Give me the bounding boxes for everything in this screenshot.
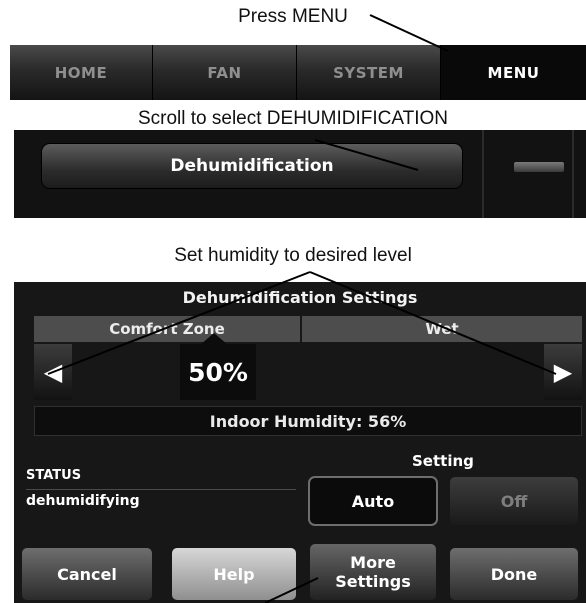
- done-button-label: Done: [490, 564, 538, 584]
- tab-fan-label: FAN: [207, 63, 242, 82]
- tab-system-label: SYSTEM: [333, 63, 404, 82]
- off-button[interactable]: Off: [450, 477, 578, 525]
- more-settings-button[interactable]: More Settings: [310, 544, 436, 600]
- cancel-button-label: Cancel: [57, 564, 117, 584]
- dehumidification-menu-item[interactable]: Dehumidification: [42, 144, 462, 188]
- tab-home-label: HOME: [54, 63, 108, 82]
- settings-title: Dehumidification Settings: [182, 288, 418, 307]
- humidity-value-text: 50%: [188, 357, 248, 387]
- right-arrow-icon: ▶: [553, 358, 573, 386]
- list-divider: [572, 130, 574, 218]
- tab-menu-label: MENU: [487, 63, 540, 82]
- indoor-humidity-text: Indoor Humidity: 56%: [209, 411, 407, 431]
- tab-menu[interactable]: MENU: [441, 45, 586, 100]
- done-button[interactable]: Done: [450, 548, 578, 600]
- decrease-humidity-button[interactable]: ◀: [34, 344, 72, 400]
- dehumidification-label: Dehumidification: [170, 156, 334, 176]
- caption-set-humidity: Set humidity to desired level: [174, 245, 412, 266]
- auto-button-label: Auto: [351, 491, 395, 511]
- setting-label: Setting: [412, 452, 474, 470]
- scrollbar-thumb[interactable]: [514, 162, 564, 172]
- tab-system[interactable]: SYSTEM: [297, 45, 441, 100]
- cancel-button[interactable]: Cancel: [22, 548, 152, 600]
- wet-text: Wet: [425, 320, 459, 338]
- caption-scroll-select: Scroll to select DEHUMIDIFICATION: [137, 108, 449, 129]
- left-arrow-icon: ◀: [43, 358, 63, 386]
- humidity-value: 50%: [180, 344, 256, 400]
- status-divider: [26, 489, 296, 490]
- menu-bar: HOME FAN SYSTEM MENU: [10, 45, 586, 100]
- indoor-humidity-readout: Indoor Humidity: 56%: [34, 406, 582, 436]
- list-divider: [482, 130, 484, 218]
- tab-home[interactable]: HOME: [10, 45, 153, 100]
- menu-list-panel: Dehumidification: [14, 130, 586, 218]
- help-button[interactable]: Help: [172, 548, 296, 600]
- comfort-zone-label: Comfort Zone: [34, 316, 300, 342]
- status-value: dehumidifying: [26, 493, 140, 509]
- dehumidification-settings-panel: Dehumidification Settings Comfort Zone W…: [14, 282, 586, 603]
- auto-button[interactable]: Auto: [310, 478, 436, 524]
- off-button-label: Off: [500, 491, 528, 511]
- more-settings-label: More Settings: [335, 553, 411, 591]
- wet-label: Wet: [302, 316, 582, 342]
- increase-humidity-button[interactable]: ▶: [544, 344, 582, 400]
- tab-fan[interactable]: FAN: [153, 45, 297, 100]
- caption-press-menu: Press MENU: [238, 6, 348, 27]
- status-label: STATUS: [26, 468, 82, 483]
- help-button-label: Help: [213, 564, 255, 584]
